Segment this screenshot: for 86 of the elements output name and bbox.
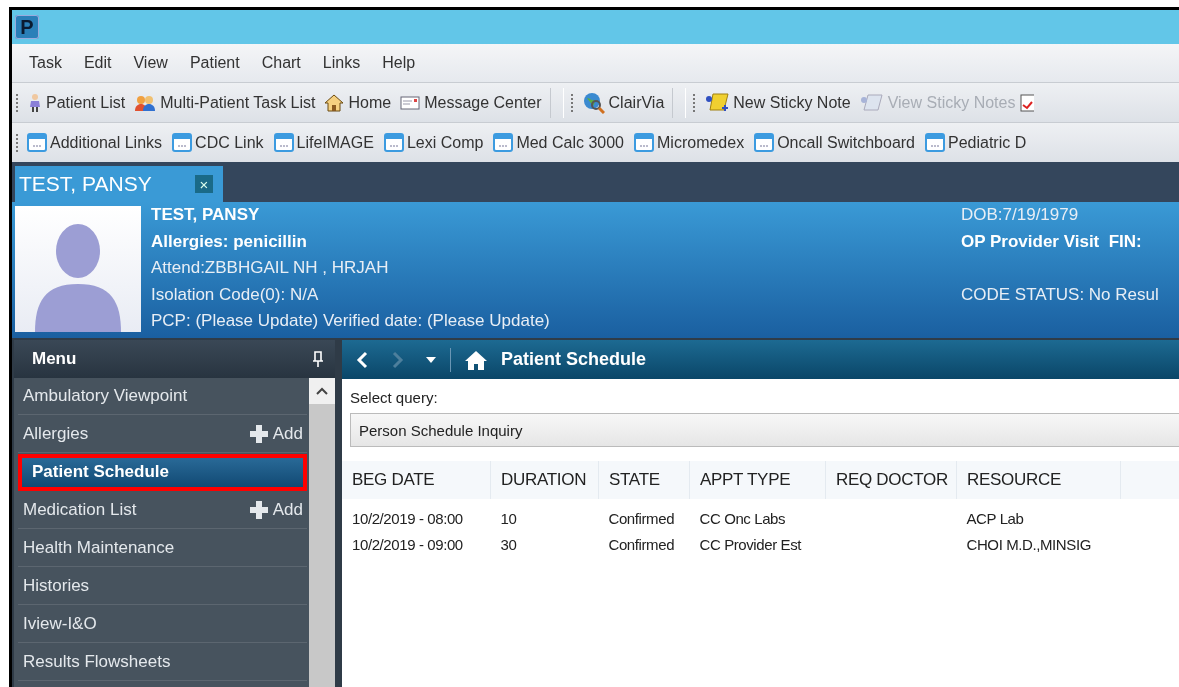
patient-tab[interactable]: TEST, PANSY × [15, 166, 223, 202]
table-cell-text: 30 [499, 534, 518, 555]
link-page-icon [754, 133, 775, 152]
toolbar-button[interactable]: Multi-Patient Task List [130, 93, 321, 112]
link-page-icon [172, 133, 193, 152]
link-page-icon [273, 133, 294, 152]
menu-item[interactable]: Chart [250, 54, 312, 72]
query-label: Select query: [350, 389, 439, 406]
menu-item[interactable]: Patient [178, 54, 251, 72]
column-header[interactable]: STATE [598, 461, 690, 499]
people-icon [134, 94, 157, 111]
column-header[interactable]: APPT TYPE [689, 461, 826, 499]
sidebar-item[interactable]: Iview-I&O [18, 606, 307, 643]
scrollbar[interactable] [309, 378, 335, 687]
sidebar-item[interactable]: Ambulatory Viewpoint [18, 378, 307, 415]
link-button[interactable]: Additional Links [24, 133, 170, 152]
pcp-text: PCP: (Please Update) Verified date: (Please Update) [151, 310, 551, 332]
dob-text: DOB:7/19/1979 [961, 204, 1080, 226]
table-cell-text: CC Provider Est [698, 534, 803, 555]
page-title: Patient Schedule [501, 349, 647, 370]
sidebar-item[interactable]: Health Maintenance [18, 530, 307, 567]
table-cell: ACP Lab [956, 499, 1121, 531]
sidebar-item[interactable]: Histories [18, 568, 307, 605]
table-cell-text: Confirmed [607, 534, 676, 555]
column-header[interactable]: RESOURCE [956, 461, 1121, 499]
menu-item[interactable]: Help [371, 54, 427, 72]
link-button[interactable]: Oncall Switchboard [751, 133, 922, 152]
sticky-notes-icon [859, 93, 884, 112]
table-cell: 10 [490, 499, 599, 531]
plus-icon [249, 425, 268, 443]
add-link[interactable]: Add [249, 424, 303, 444]
add-link[interactable]: Add [249, 500, 303, 520]
toolbar-button[interactable]: Patient List [24, 92, 131, 113]
caret-icon[interactable] [426, 356, 436, 363]
pin-icon[interactable] [313, 351, 323, 367]
link-button[interactable]: CDC Link [169, 133, 271, 152]
link-page-icon [383, 133, 404, 152]
link-button[interactable]: Med Calc 3000 [490, 133, 631, 152]
link-button[interactable]: LifeIMAGE [270, 133, 381, 152]
close-button[interactable]: × [195, 175, 213, 193]
home-icon[interactable] [465, 349, 487, 370]
sidebar-item[interactable]: Allergies Add [18, 416, 307, 453]
link-page-icon [27, 133, 47, 152]
table-cell: Confirmed [598, 499, 690, 531]
message-icon [400, 94, 421, 111]
sidebar-item[interactable]: Patient Schedule [18, 454, 307, 491]
column-header[interactable]: BEG DATE [342, 461, 491, 499]
table-cell-text: 10/2/2019 - 09:00 [351, 534, 464, 555]
patient-name: TEST, PANSY [151, 204, 261, 226]
back-icon[interactable] [356, 350, 368, 369]
menu-item[interactable]: Links [311, 54, 372, 72]
toolbar-button[interactable]: Home [320, 92, 397, 113]
calendar-icon [1020, 92, 1035, 113]
sidebar-item[interactable]: Medication List Add [18, 492, 307, 529]
home-icon [324, 92, 345, 113]
menu-item[interactable]: View [122, 54, 179, 72]
link-button[interactable]: Micromedex [631, 133, 752, 152]
link-page-icon [634, 133, 654, 152]
toolbar-button[interactable]: Message Center [396, 93, 547, 112]
menu-title: Menu [32, 349, 77, 369]
column-header[interactable]: DURATION [490, 461, 599, 499]
visit-text: OP Provider Visit FIN: [961, 230, 1143, 253]
plus-icon [249, 501, 268, 519]
sticky-note-icon [705, 92, 730, 113]
toolbar-button[interactable]: ClairVia [578, 91, 670, 114]
table-cell: 10/2/2019 - 08:00 [342, 499, 491, 531]
link-button[interactable]: Pediatric D [922, 133, 1034, 152]
query-dropdown[interactable]: Person Schedule Inquiry [350, 413, 1179, 447]
menu-item[interactable]: Task [18, 54, 73, 72]
menu-item[interactable]: Edit [72, 54, 123, 72]
person-icon [28, 92, 42, 113]
sidebar-item[interactable]: Results Flowsheets [18, 644, 307, 681]
table-cell-text: CHOI M.D.,MINSIG [965, 534, 1092, 555]
allergies-text: Allergies: penicillin [151, 230, 308, 253]
globe-search-icon [582, 91, 605, 114]
link-page-icon [925, 133, 945, 152]
code-status-text: CODE STATUS: No Resul [961, 283, 1159, 306]
isolation-text: Isolation Code(0): N/A [151, 283, 320, 306]
table-cell: CC Onc Labs [689, 499, 826, 531]
attending-text: Attend:ZBBHGAIL NH , HRJAH [151, 257, 390, 279]
app-logo: P [15, 15, 39, 39]
toolbar-button[interactable]: New Sticky Note [701, 92, 856, 113]
link-button[interactable]: Lexi Comp [380, 133, 491, 152]
column-header[interactable]: REQ DOCTOR [825, 461, 957, 499]
link-page-icon [493, 133, 514, 152]
scroll-up-icon[interactable] [316, 387, 328, 395]
